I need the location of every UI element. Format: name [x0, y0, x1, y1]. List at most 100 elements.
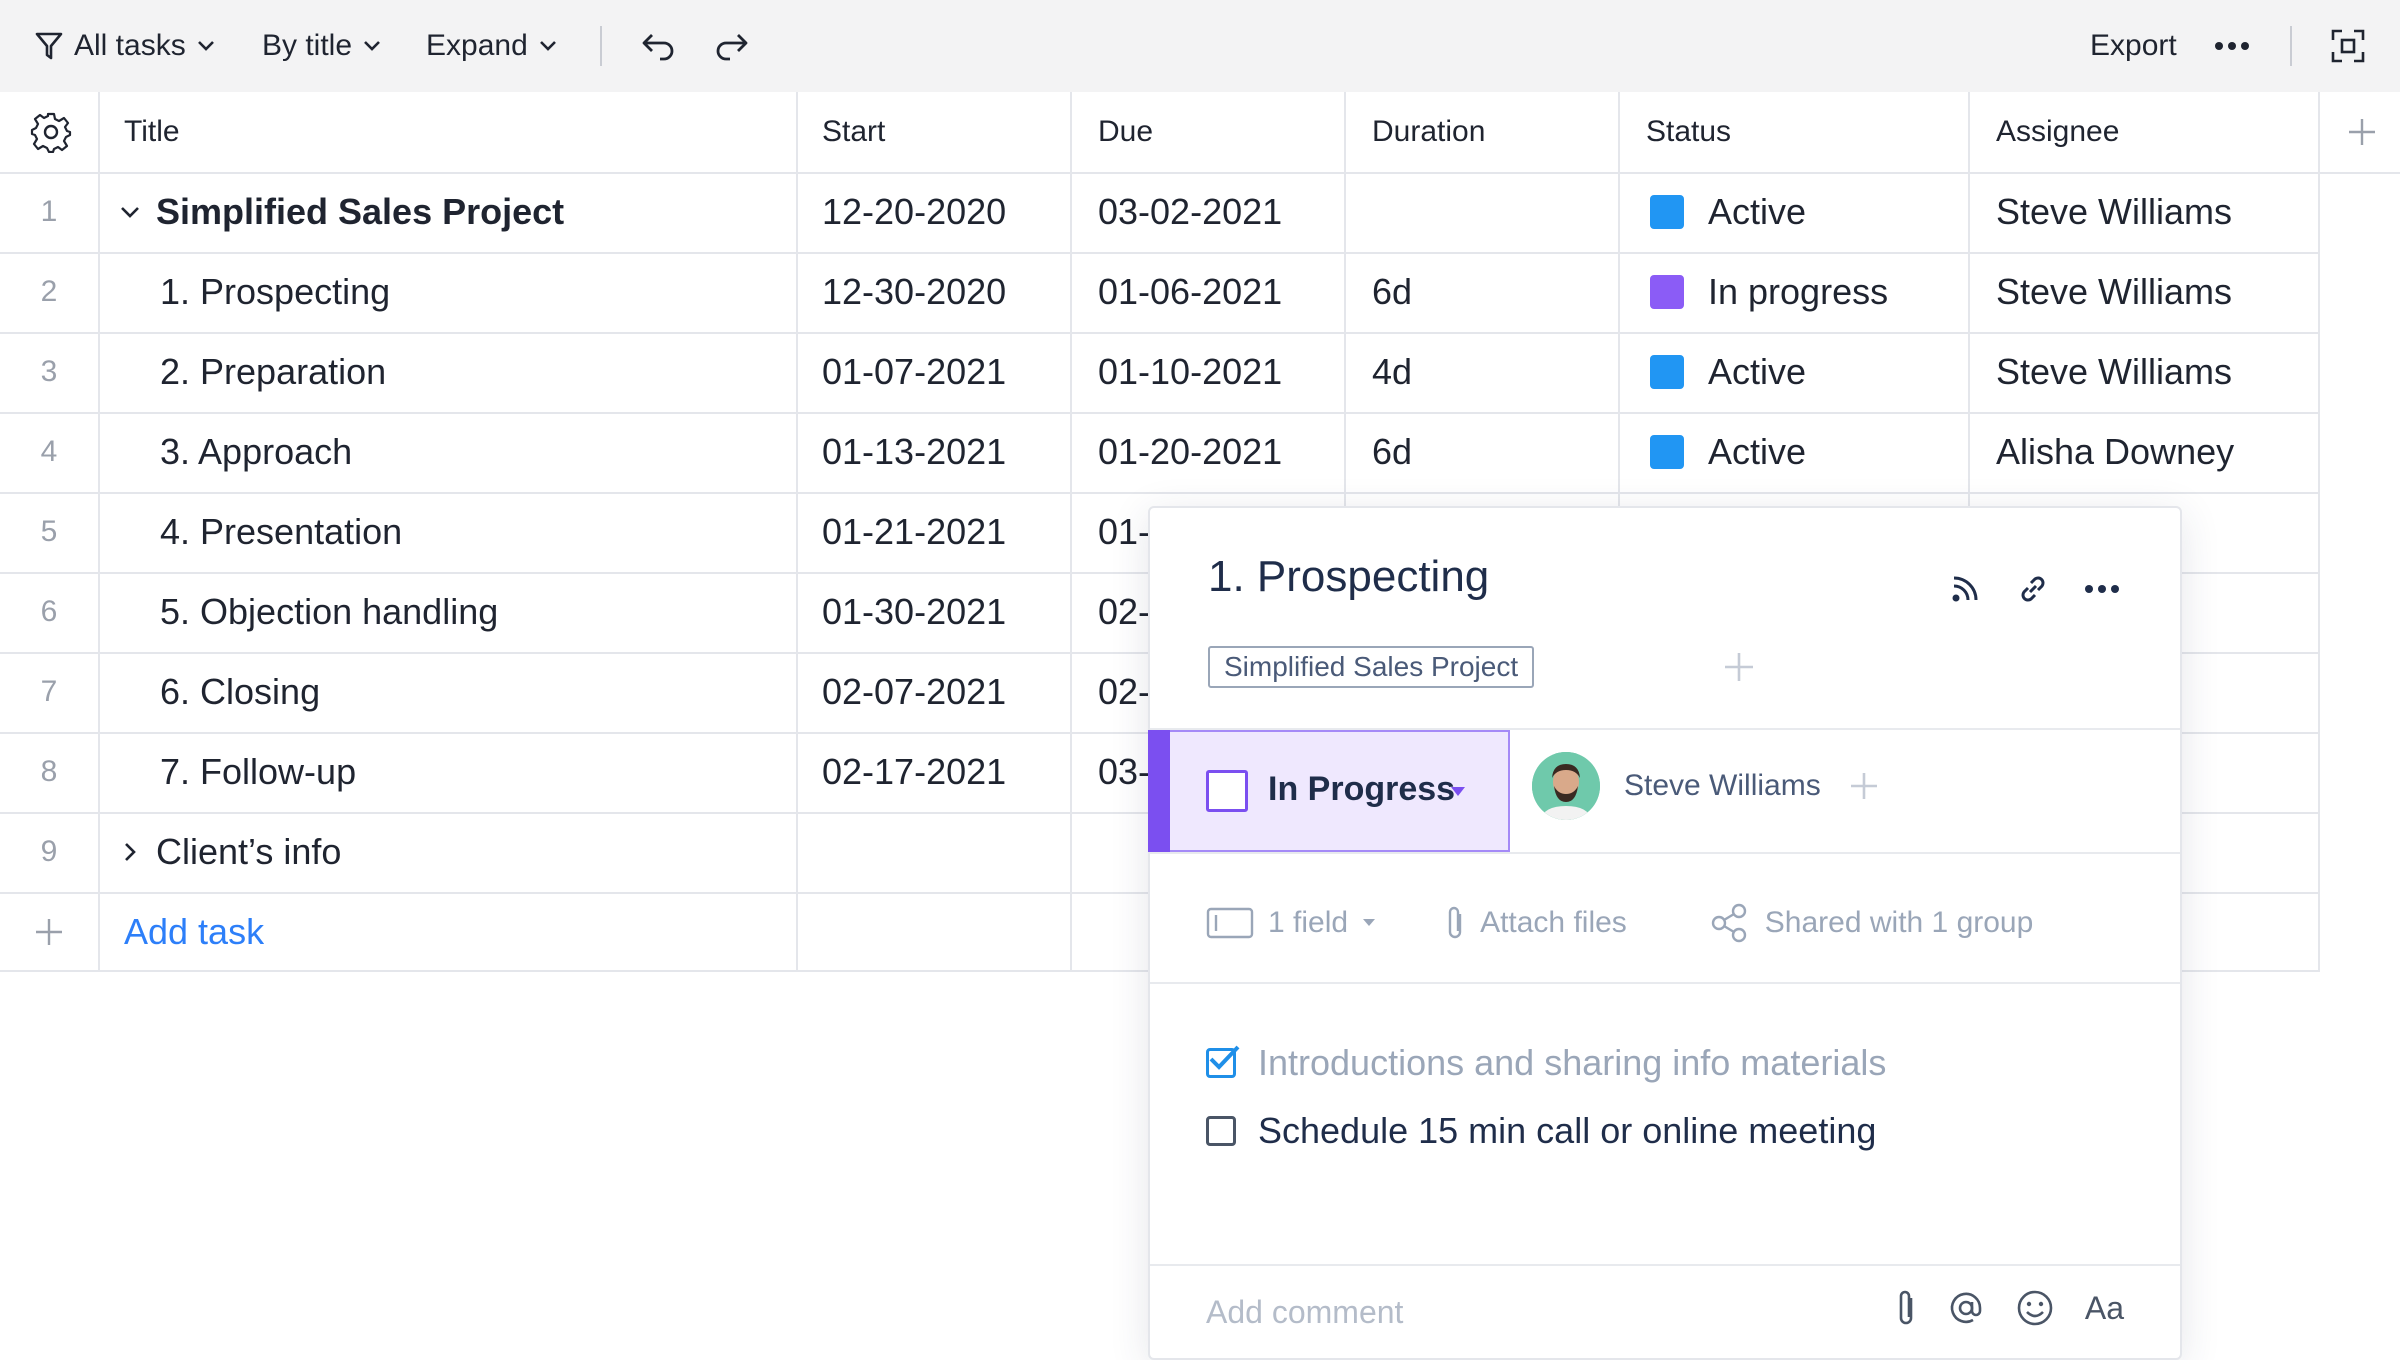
redo-button[interactable] — [714, 24, 750, 68]
start-date-cell[interactable]: 01-21-2021 — [822, 492, 1062, 572]
fullscreen-button[interactable] — [2330, 24, 2366, 68]
status-selector[interactable]: In Progress — [1148, 730, 1510, 852]
card-actions — [1948, 572, 2120, 606]
status-cell[interactable]: Active — [1650, 412, 1960, 492]
task-meta-row: 1 field Attach files Shared with 1 group — [1206, 902, 2033, 944]
fields-label: 1 field — [1268, 906, 1349, 939]
task-title-text: 7. Follow-up — [160, 751, 357, 792]
task-title-cell[interactable]: 4. Presentation — [160, 492, 788, 572]
export-button[interactable]: Export — [2090, 24, 2177, 68]
column-header-status[interactable]: Status — [1646, 92, 1731, 172]
start-date-cell[interactable]: 02-07-2021 — [822, 652, 1062, 732]
task-title-cell[interactable]: Client’s info — [116, 812, 788, 892]
more-menu-button[interactable] — [2214, 24, 2250, 68]
status-cell[interactable]: Active — [1650, 172, 1960, 252]
chevron-right-icon[interactable] — [116, 838, 144, 866]
task-title-cell[interactable]: 2. Preparation — [160, 332, 788, 412]
assignee-cell[interactable]: Steve Williams — [1996, 252, 2312, 332]
start-date-cell[interactable] — [822, 812, 1062, 892]
shared-with-button[interactable]: Shared with 1 group — [1709, 902, 2033, 944]
check-icon — [1209, 1045, 1240, 1070]
due-date-cell[interactable]: 03-02-2021 — [1098, 172, 1338, 252]
grid-settings-button[interactable] — [30, 92, 74, 172]
add-task-link[interactable]: Add task — [124, 892, 264, 972]
filter-icon — [35, 32, 63, 60]
parent-folder-tag[interactable]: Simplified Sales Project — [1208, 646, 1535, 688]
row-number: 1 — [40, 195, 58, 228]
checkbox-checked[interactable] — [1206, 1045, 1240, 1078]
task-title-text: Client’s info — [156, 831, 342, 872]
task-title-cell[interactable]: Simplified Sales Project — [116, 172, 788, 252]
status-color-bar — [1148, 730, 1170, 852]
column-header-due[interactable]: Due — [1098, 92, 1153, 172]
mention-icon[interactable] — [1947, 1289, 1985, 1327]
due-date-cell[interactable]: 01-20-2021 — [1098, 412, 1338, 492]
task-title[interactable]: 1. Prospecting — [1208, 552, 1489, 602]
add-assignee-plus-icon[interactable] — [1847, 769, 1881, 803]
duration-cell[interactable]: 6d — [1372, 412, 1612, 492]
text-format-button[interactable]: Aa — [2085, 1290, 2124, 1327]
toolbar: All tasks By title Expand Export — [0, 0, 2400, 92]
start-date-cell[interactable]: 12-20-2020 — [822, 172, 1062, 252]
task-title-cell[interactable]: 1. Prospecting — [160, 252, 788, 332]
comment-composer: Add comment Aa — [1150, 1266, 2180, 1360]
duration-cell[interactable]: 6d — [1372, 252, 1612, 332]
avatar[interactable] — [1532, 752, 1600, 820]
task-title-cell[interactable]: 5. Objection handling — [160, 572, 788, 652]
assignee-name[interactable]: Steve Williams — [1624, 769, 1821, 803]
start-date-cell[interactable]: 02-17-2021 — [822, 732, 1062, 812]
add-parent-plus-icon[interactable] — [1718, 646, 1760, 688]
duration-cell[interactable]: 4d — [1372, 332, 1612, 412]
status-cell[interactable]: Active — [1650, 332, 1960, 412]
task-title-cell[interactable]: 6. Closing — [160, 652, 788, 732]
column-header-assignee[interactable]: Assignee — [1996, 92, 2119, 172]
due-date-cell[interactable]: 01-10-2021 — [1098, 332, 1338, 412]
more-horizontal-icon — [2215, 42, 2249, 50]
export-label: Export — [2090, 29, 2177, 62]
column-header-duration[interactable]: Duration — [1372, 92, 1485, 172]
attach-files-button[interactable]: Attach files — [1444, 904, 1627, 942]
checkbox-unchecked[interactable] — [1206, 1116, 1236, 1146]
toolbar-divider — [600, 26, 602, 66]
more-horizontal-icon[interactable] — [2084, 584, 2120, 594]
paperclip-icon[interactable] — [1895, 1288, 1917, 1328]
attach-label: Attach files — [1480, 906, 1627, 939]
start-date-cell[interactable]: 01-13-2021 — [822, 412, 1062, 492]
status-text: Active — [1708, 431, 1807, 472]
start-date-cell[interactable]: 01-30-2021 — [822, 572, 1062, 652]
caret-down-icon — [1363, 919, 1376, 926]
custom-fields-button[interactable]: 1 field — [1206, 906, 1376, 940]
assignee-section: Steve Williams — [1532, 752, 1881, 820]
emoji-icon[interactable] — [2015, 1288, 2055, 1328]
add-column-button[interactable] — [2342, 92, 2382, 172]
sort-dropdown[interactable]: By title — [262, 24, 382, 68]
expand-dropdown[interactable]: Expand — [426, 24, 558, 68]
plus-icon — [36, 919, 62, 945]
task-title-cell[interactable]: 7. Follow-up — [160, 732, 788, 812]
comment-input[interactable]: Add comment — [1206, 1294, 1403, 1331]
status-text: Active — [1708, 351, 1807, 392]
task-detail-panel: 1. Prospecting Simplified Sales Project … — [1148, 506, 2182, 1360]
checklist-item[interactable]: Introductions and sharing info materials — [1206, 1042, 1886, 1084]
start-date-cell[interactable]: 12-30-2020 — [822, 252, 1062, 332]
comment-tools: Aa — [1895, 1288, 2124, 1328]
column-header-start[interactable]: Start — [822, 92, 885, 172]
task-title-cell[interactable]: 3. Approach — [160, 412, 788, 492]
filter-dropdown[interactable]: All tasks — [34, 24, 216, 68]
assignee-cell[interactable]: Steve Williams — [1996, 332, 2312, 412]
status-checkbox[interactable] — [1206, 770, 1248, 812]
due-date-cell[interactable]: 01-06-2021 — [1098, 252, 1338, 332]
start-date-cell[interactable]: 01-07-2021 — [822, 332, 1062, 412]
duration-cell[interactable] — [1372, 172, 1612, 252]
assignee-cell[interactable]: Alisha Downey — [1996, 412, 2312, 492]
checklist-item[interactable]: Schedule 15 min call or online meeting — [1206, 1110, 1876, 1152]
assignee-cell[interactable]: Steve Williams — [1996, 172, 2312, 252]
link-icon[interactable] — [2016, 572, 2050, 606]
status-cell[interactable]: In progress — [1650, 252, 1960, 332]
row-number: 5 — [40, 515, 58, 548]
add-row-button[interactable] — [0, 892, 98, 972]
chevron-down-icon[interactable] — [116, 198, 144, 226]
column-header-title[interactable]: Title — [124, 92, 180, 172]
rss-follow-icon[interactable] — [1948, 572, 1982, 606]
undo-button[interactable] — [640, 24, 676, 68]
